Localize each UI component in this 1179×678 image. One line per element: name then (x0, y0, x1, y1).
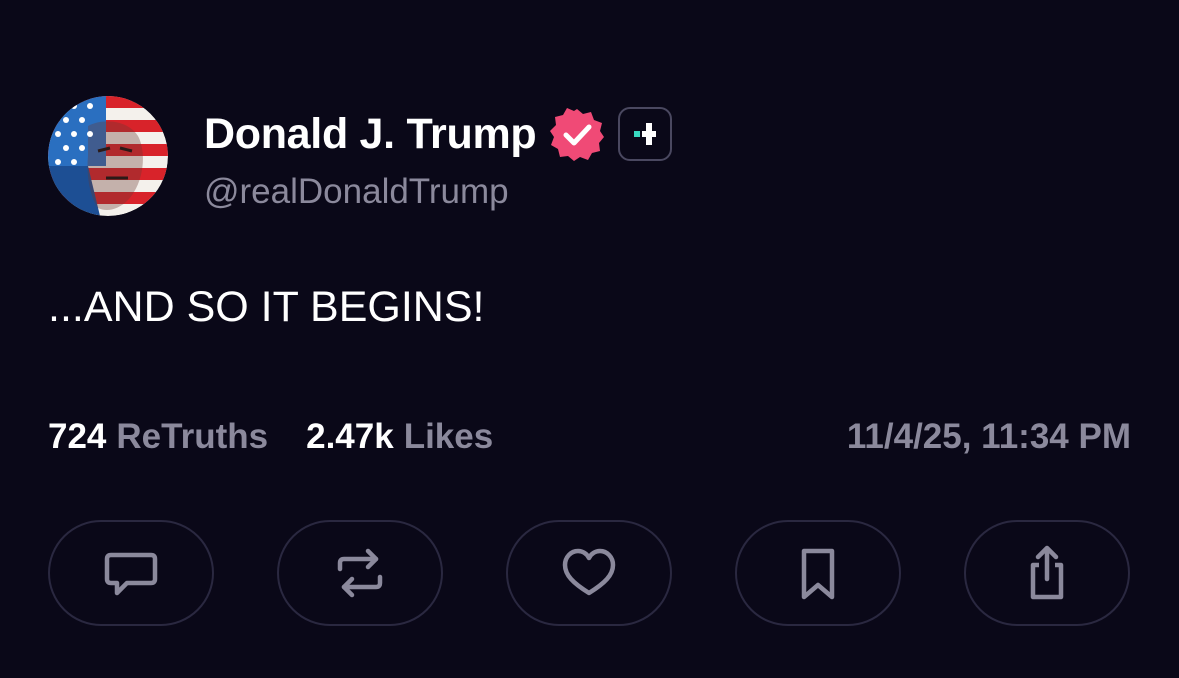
likes-label: Likes (403, 417, 494, 456)
bookmark-button[interactable] (735, 520, 901, 626)
truth-plus-badge-icon (618, 107, 673, 161)
likes-count: 2.47k (306, 417, 394, 456)
display-name[interactable]: Donald J. Trump (204, 110, 537, 159)
author-handle[interactable]: @realDonaldTrump (204, 172, 509, 212)
author-name-row: Donald J. Trump (204, 104, 673, 164)
retruths-stat[interactable]: 724 ReTruths (48, 417, 268, 457)
avatar[interactable] (48, 96, 168, 216)
retruths-label: ReTruths (116, 417, 269, 456)
post-text: ...AND SO IT BEGINS! (48, 283, 485, 331)
speech-bubble-icon (104, 552, 158, 596)
stats-row: 724 ReTruths 2.47k Likes 11/4/25, 11:34 … (48, 413, 1131, 461)
heart-icon (562, 548, 616, 596)
like-button[interactable] (506, 520, 672, 626)
share-icon (1030, 545, 1064, 600)
post-timestamp: 11/4/25, 11:34 PM (846, 417, 1131, 456)
share-button[interactable] (964, 520, 1130, 626)
flag-portrait-avatar (48, 96, 168, 216)
bookmark-icon (801, 548, 835, 600)
retruths-count: 724 (48, 417, 107, 456)
repost-arrows-icon (337, 548, 383, 598)
retruth-button[interactable] (277, 520, 443, 626)
reply-button[interactable] (48, 520, 214, 626)
action-bar (48, 520, 1131, 628)
verified-check-badge-icon (550, 107, 605, 161)
likes-stat[interactable]: 2.47k Likes (306, 417, 493, 457)
